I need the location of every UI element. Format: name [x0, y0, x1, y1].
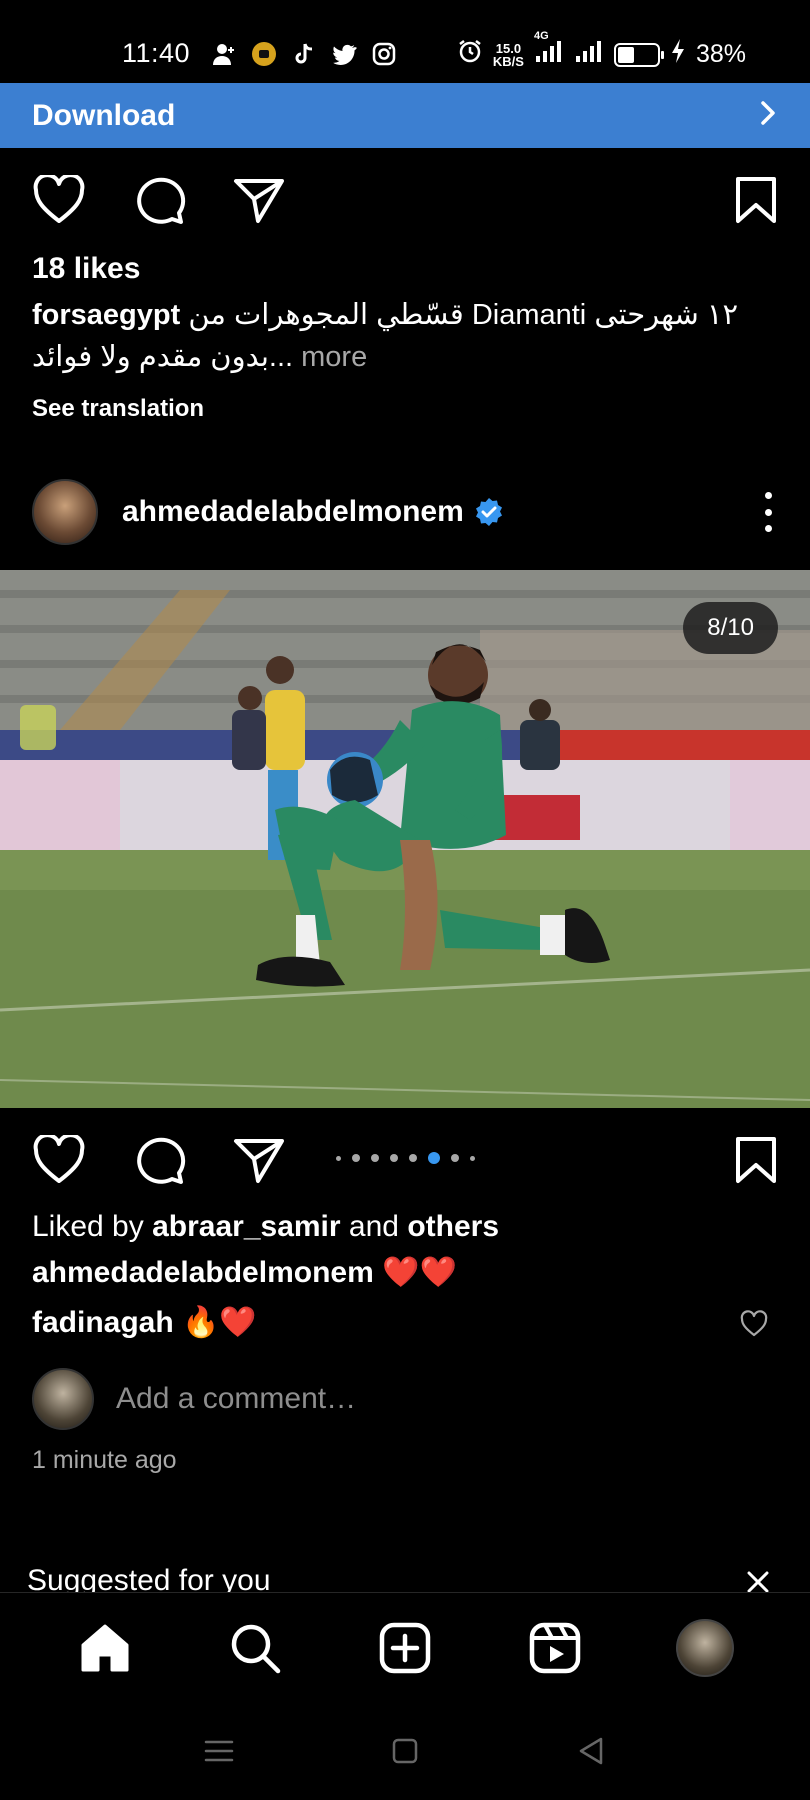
- caption-text-line2: بدون مقدم ولا فوائد...: [32, 341, 294, 373]
- reels-icon: [529, 1622, 581, 1673]
- carousel-dot: [390, 1154, 398, 1162]
- liked-by[interactable]: Liked by abraar_samir and others: [32, 1210, 499, 1244]
- home-icon: [81, 1624, 129, 1671]
- carousel-dot: [336, 1155, 341, 1161]
- add-comment-input[interactable]: Add a comment…: [116, 1382, 356, 1416]
- see-translation-link[interactable]: See translation: [32, 395, 204, 423]
- signal-icon: [574, 38, 604, 71]
- bookmark-icon: [736, 177, 776, 223]
- instagram-icon: [370, 40, 398, 68]
- caption-text: قسّطي المجوهرات من Diamanti ١٢ شهرحتى: [188, 299, 739, 331]
- status-bar: 11:40 15.0 KB/S 4G 38%: [0, 0, 810, 83]
- download-label: Download: [32, 98, 176, 132]
- status-notification-icons: [210, 40, 398, 68]
- share-button[interactable]: [232, 1130, 292, 1190]
- add-comment-row[interactable]: Add a comment…: [32, 1368, 356, 1430]
- back-icon[interactable]: [573, 1733, 609, 1769]
- caption-username[interactable]: forsaegypt: [32, 299, 180, 331]
- tiktok-icon: [290, 40, 318, 68]
- home-square-icon[interactable]: [387, 1733, 423, 1769]
- nav-home[interactable]: [75, 1618, 135, 1678]
- suggested-heading: Suggested for you: [27, 1564, 271, 1592]
- carousel-counter: 8/10: [683, 602, 778, 654]
- comment-item: ahmedadelabdelmonem ❤️❤️: [32, 1255, 457, 1290]
- likes-count[interactable]: 18 likes: [32, 252, 140, 286]
- battery-icon: [613, 42, 664, 67]
- caption: forsaegypt قسّطي المجوهرات من Diamanti ١…: [32, 294, 752, 378]
- more-dot-icon: [764, 492, 772, 499]
- bookmark-icon: [736, 1137, 776, 1183]
- battery-percent: 38%: [695, 40, 746, 68]
- alarm-icon: [457, 38, 483, 71]
- carousel-dot: [371, 1154, 379, 1162]
- post-photo[interactable]: 8/10: [0, 570, 810, 1108]
- more-dot-icon: [764, 508, 772, 516]
- avatar[interactable]: [32, 479, 98, 545]
- nav-profile[interactable]: [675, 1618, 735, 1678]
- charging-icon: [670, 38, 686, 71]
- comment-username[interactable]: ahmedadelabdelmonem: [32, 1256, 374, 1289]
- carousel-dot: [409, 1154, 417, 1162]
- comment-button[interactable]: [132, 1130, 192, 1190]
- chevron-right-icon: [758, 99, 778, 132]
- more-dot-icon: [764, 525, 772, 532]
- like-button[interactable]: [32, 1130, 92, 1190]
- comment-button[interactable]: [132, 170, 192, 230]
- save-button[interactable]: [718, 1130, 778, 1190]
- nav-create[interactable]: [375, 1618, 435, 1678]
- menu-icon[interactable]: [201, 1733, 237, 1769]
- carousel-dot: [451, 1154, 459, 1162]
- more-link[interactable]: more: [301, 341, 367, 373]
- bottom-nav: [0, 1592, 810, 1702]
- verified-badge-icon: [475, 498, 502, 526]
- save-button[interactable]: [718, 170, 778, 230]
- status-system-icons: 15.0 KB/S 4G 38%: [457, 30, 746, 71]
- comment-username[interactable]: fadinagah: [32, 1306, 174, 1339]
- download-banner[interactable]: Download: [0, 83, 810, 148]
- send-icon: [234, 1139, 284, 1183]
- comment-like-heart-icon[interactable]: [740, 1310, 768, 1338]
- app-badge-icon: [250, 40, 278, 68]
- comment-item: fadinagah 🔥❤️: [32, 1305, 257, 1340]
- liked-by-others[interactable]: others: [407, 1210, 499, 1243]
- post-timestamp: 1 minute ago: [32, 1446, 177, 1474]
- add-contact-icon: [210, 40, 238, 68]
- comment-text: 🔥❤️: [182, 1306, 257, 1339]
- heart-icon: [33, 1135, 85, 1183]
- network-speed: 15.0 KB/S: [492, 40, 524, 69]
- post-header: ahmedadelabdelmonem: [32, 477, 778, 547]
- carousel-dot: [470, 1155, 475, 1161]
- liked-by-user[interactable]: abraar_samir: [152, 1210, 340, 1243]
- carousel-dot: [352, 1154, 360, 1162]
- carousel-dots: [336, 1152, 475, 1164]
- comment-icon: [137, 177, 186, 224]
- prev-post-actions: [32, 170, 778, 230]
- profile-avatar: [676, 1618, 734, 1677]
- system-nav: [0, 1702, 810, 1800]
- post-username[interactable]: ahmedadelabdelmonem: [122, 495, 464, 529]
- send-icon: [234, 179, 284, 223]
- photo-image: [0, 570, 810, 1108]
- avatar: [32, 1368, 94, 1430]
- create-icon: [379, 1622, 431, 1673]
- more-options-button[interactable]: [758, 492, 778, 532]
- share-button[interactable]: [232, 170, 292, 230]
- search-icon: [231, 1624, 281, 1673]
- comment-text: ❤️❤️: [382, 1256, 457, 1289]
- carousel-dot-active: [428, 1152, 440, 1164]
- signal-icon: 4G: [534, 30, 564, 71]
- twitter-icon: [330, 40, 358, 68]
- nav-search[interactable]: [225, 1618, 285, 1678]
- heart-icon: [33, 175, 85, 223]
- status-time: 11:40: [122, 38, 191, 68]
- comment-icon: [137, 1137, 186, 1184]
- nav-reels[interactable]: [525, 1618, 585, 1678]
- like-button[interactable]: [32, 170, 92, 230]
